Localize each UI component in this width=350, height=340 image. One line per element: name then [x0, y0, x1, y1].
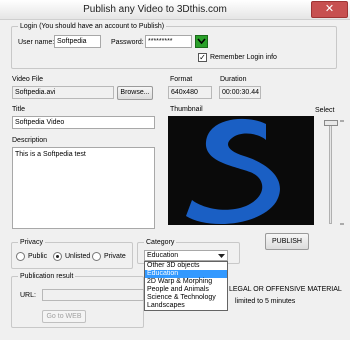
check-icon: ✓ [199, 53, 206, 62]
remember-login-checkbox[interactable]: ✓ [198, 53, 207, 62]
offensive-material-notice: LEGAL OR OFFENSIVE MATERIAL [229, 286, 342, 293]
slider-ticks-icon [340, 120, 344, 225]
category-selected-value: Education [147, 252, 179, 259]
format-label: Format [170, 76, 193, 83]
duration-limit-notice: limited to 5 minutes [235, 298, 296, 305]
category-option-selected[interactable]: Education [145, 270, 227, 278]
password-input[interactable]: ********* [145, 35, 192, 48]
thumbnail-preview [168, 116, 314, 225]
privacy-unlisted-radio[interactable] [53, 252, 62, 261]
thumbnail-slider-track[interactable] [329, 120, 332, 224]
format-field: 640x480 [168, 86, 212, 99]
privacy-private-radio[interactable] [92, 252, 101, 261]
privacy-unlisted-label: Unlisted [65, 253, 91, 260]
go-to-web-button[interactable]: Go to WEB [42, 310, 86, 323]
privacy-public-radio[interactable] [16, 252, 25, 261]
password-label: Password: [111, 39, 144, 46]
thumbnail-label: Thumbnail [170, 106, 203, 113]
title-label: Title [12, 106, 25, 113]
description-label: Description [12, 137, 48, 144]
title-input[interactable]: Softpedia Video [12, 116, 155, 129]
username-input[interactable]: Softpedia [54, 35, 101, 48]
video-file-label: Video File [12, 76, 44, 83]
category-option[interactable]: Landscapes [145, 302, 227, 310]
close-icon: ✕ [324, 3, 335, 15]
privacy-public-label: Public [28, 253, 48, 260]
description-textarea[interactable]: This is a Softpedia test [12, 147, 155, 229]
publish-window: Publish any Video to 3Dthis.com ✕ Login … [0, 0, 350, 340]
category-option[interactable]: People and Animals [145, 286, 227, 294]
arrow-down-icon [197, 38, 206, 45]
category-option[interactable]: 2D Warp & Morphing [145, 278, 227, 286]
url-label: URL: [20, 292, 36, 299]
category-select[interactable]: Education [144, 250, 228, 261]
close-button[interactable]: ✕ [311, 1, 348, 18]
category-legend: Category [144, 238, 177, 247]
window-title: Publish any Video to 3Dthis.com [83, 4, 227, 15]
select-label: Select [315, 107, 335, 114]
login-go-button[interactable] [195, 35, 208, 48]
title-bar: Publish any Video to 3Dthis.com ✕ [0, 0, 350, 20]
duration-field: 00:00:30.44 [219, 86, 261, 99]
video-file-field: Softpedia.avi [12, 86, 114, 99]
duration-label: Duration [220, 76, 247, 83]
username-label: User name: [18, 39, 55, 46]
privacy-legend: Privacy [18, 238, 45, 247]
softpedia-logo-icon [186, 118, 280, 225]
login-legend: Login (You should have an account to Pub… [18, 22, 167, 31]
chevron-down-icon [218, 254, 225, 258]
privacy-private-label: Private [104, 253, 126, 260]
publication-result-legend: Publication result [18, 272, 76, 281]
remember-login-label: Remember Login info [210, 54, 277, 61]
publish-button[interactable]: PUBLISH [265, 233, 309, 250]
url-field [42, 289, 144, 301]
category-option[interactable]: Science & Technology [145, 294, 227, 302]
browse-button[interactable]: Browse... [117, 86, 153, 100]
category-option[interactable]: Other 3D objects [145, 262, 227, 270]
category-dropdown-list[interactable]: Other 3D objects Education 2D Warp & Mor… [144, 261, 228, 311]
thumbnail-slider-thumb[interactable] [324, 120, 338, 126]
